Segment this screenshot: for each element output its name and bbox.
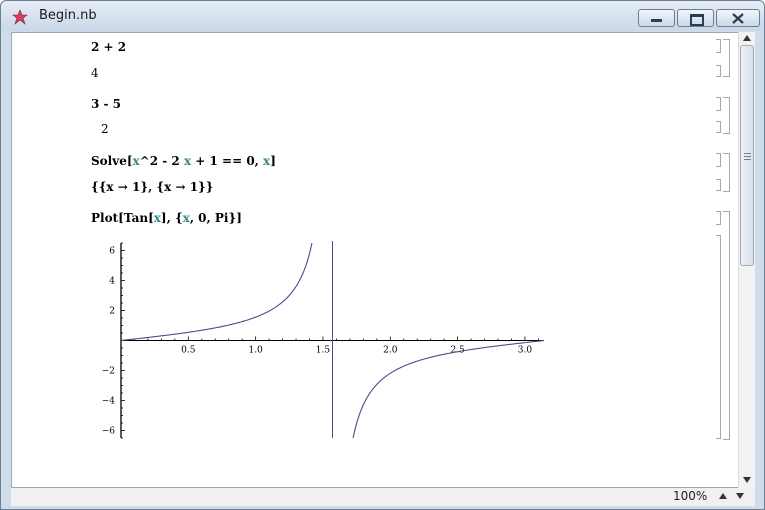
- vertical-scrollbar[interactable]: [738, 32, 755, 488]
- cell-bracket[interactable]: [716, 39, 721, 53]
- scrollbar-thumb[interactable]: [740, 45, 754, 266]
- input-cell-2[interactable]: 3 - 5: [91, 97, 121, 111]
- input-cell-3[interactable]: Solve[x^2 - 2 x + 1 == 0, x]: [91, 154, 276, 168]
- tan-curve-branch-left: [120, 242, 313, 342]
- y-tick-label: −6: [102, 427, 116, 437]
- cell-group-bracket[interactable]: [723, 153, 730, 192]
- notebook-window: Begin.nb 2 + 2 4 3 - 5 2 Solve[x^2 - 2 x…: [0, 0, 765, 510]
- zoom-level[interactable]: 100%: [673, 489, 707, 503]
- window-title: Begin.nb: [39, 8, 97, 23]
- variable-token: x: [182, 211, 190, 225]
- minimize-button[interactable]: [638, 9, 675, 27]
- cell-bracket[interactable]: [716, 235, 721, 439]
- x-tick-label: 0.5: [181, 346, 196, 356]
- y-tick-label: 2: [109, 307, 115, 317]
- x-tick-label: 3.0: [518, 346, 533, 356]
- code-token: 3 - 5: [91, 97, 122, 111]
- tan-curve-branch-right: [352, 339, 545, 439]
- x-tick-label: 1.5: [316, 346, 331, 356]
- cell-group-bracket[interactable]: [723, 97, 730, 134]
- plot-axes: 0.5 1.0 1.5 2.0 2.5 3.0642−2−4−6: [102, 242, 544, 439]
- grip-line: [744, 159, 751, 160]
- code-token: Plot[Tan[: [91, 211, 154, 225]
- input-cell-4[interactable]: Plot[Tan[x], {x, 0, Pi}]: [91, 211, 242, 225]
- output-cell-3: {{x → 1}, {x → 1}}: [91, 180, 214, 194]
- maximize-button[interactable]: [677, 9, 714, 27]
- x-tick-label: 2.0: [383, 346, 398, 356]
- close-icon: [732, 13, 744, 24]
- code-token: + 1 == 0,: [191, 154, 264, 168]
- cell-bracket[interactable]: [716, 211, 721, 225]
- output-cell-2: 2: [101, 122, 109, 136]
- zoom-up-icon[interactable]: [719, 493, 727, 499]
- code-token: ^2 - 2: [139, 154, 184, 168]
- code-token: ], {: [160, 211, 183, 225]
- input-cell-1[interactable]: 2 + 2: [91, 40, 126, 54]
- code-token: , 0, Pi}]: [189, 211, 242, 225]
- y-tick-label: −4: [102, 397, 116, 407]
- cell-group-bracket[interactable]: [723, 39, 730, 77]
- zoom-down-icon[interactable]: [736, 493, 744, 499]
- scroll-down-arrow-icon[interactable]: [743, 477, 751, 483]
- y-tick-label: 4: [109, 277, 115, 287]
- notebook-content[interactable]: 2 + 2 4 3 - 5 2 Solve[x^2 - 2 x + 1 == 0…: [11, 32, 755, 488]
- output-cell-1: 4: [91, 66, 99, 80]
- x-tick-label: 1.0: [248, 346, 263, 356]
- grip-line: [744, 156, 751, 157]
- minimize-icon: [651, 19, 662, 22]
- y-tick-label: −2: [102, 367, 115, 377]
- variable-token: x: [132, 154, 140, 168]
- cell-bracket[interactable]: [716, 65, 721, 77]
- code-token: Solve[: [91, 154, 133, 168]
- status-bar: 100%: [11, 488, 755, 506]
- variable-token: x: [153, 211, 161, 225]
- maximize-icon: [690, 14, 704, 26]
- title-bar[interactable]: Begin.nb: [1, 1, 764, 31]
- code-token: 2 + 2: [91, 40, 127, 54]
- cell-bracket[interactable]: [716, 97, 721, 111]
- cell-bracket[interactable]: [716, 179, 721, 191]
- cell-bracket[interactable]: [716, 153, 721, 167]
- y-tick-label: 6: [109, 247, 115, 257]
- tan-plot[interactable]: 0.5 1.0 1.5 2.0 2.5 3.0642−2−4−6: [82, 233, 552, 443]
- cell-bracket[interactable]: [716, 121, 721, 133]
- cell-group-bracket[interactable]: [723, 211, 730, 440]
- scroll-up-arrow-icon[interactable]: [743, 35, 751, 41]
- code-token: ]: [270, 154, 276, 168]
- plot-curves: [120, 241, 545, 439]
- mathematica-spikey-icon: [12, 9, 28, 25]
- close-button[interactable]: [716, 9, 760, 27]
- grip-line: [744, 153, 751, 154]
